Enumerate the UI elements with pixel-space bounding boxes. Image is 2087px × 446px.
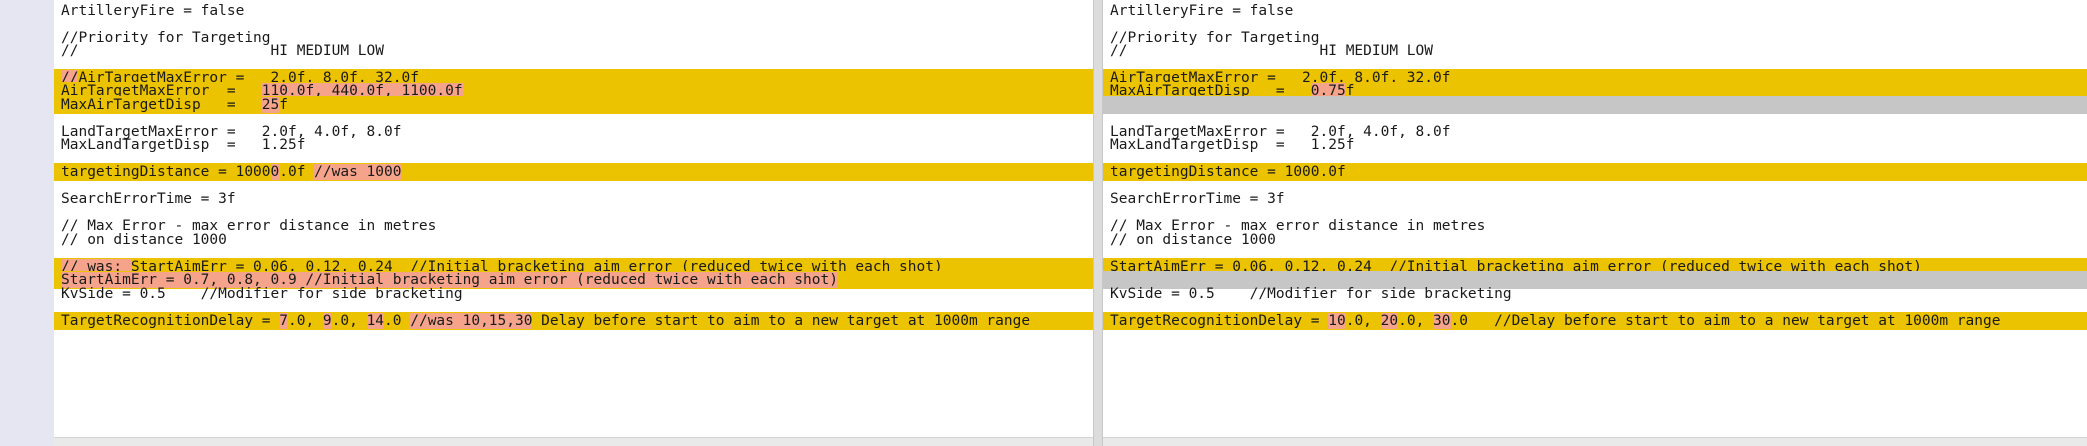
code-line[interactable]: targetingDistance = 10000.0f //was 1000 (54, 163, 1093, 181)
code-text: Delay before start to aim to a new targe… (532, 313, 1031, 329)
code-text: .0f (279, 164, 315, 180)
code-text: targetingDistance = 1000 (61, 164, 271, 180)
code-text: .0, (287, 313, 323, 329)
code-line[interactable]: ArtilleryFire = false (54, 2, 1093, 20)
diff-changed-text: 25 (261, 97, 280, 113)
code-text: TargetRecognitionDelay = (1110, 313, 1329, 329)
code-text: targetingDistance = 1000.0f (1110, 164, 1346, 180)
code-line[interactable]: // on distance 1000 (54, 231, 1093, 249)
diff-changed-text: 7 (279, 313, 288, 329)
code-line[interactable]: TargetRecognitionDelay = 10.0, 20.0, 30.… (1103, 312, 2087, 330)
code-line[interactable]: KvSide = 0.5 //Modifier for side bracket… (54, 285, 1093, 303)
code-text: // HI MEDIUM LOW (1110, 43, 1434, 59)
code-text: KvSide = 0.5 //Modifier for side bracket… (1110, 286, 1512, 302)
left-diff-pane[interactable]: ArtilleryFire = false//Priority for Targ… (54, 0, 1093, 446)
diff-changed-text: 20 (1380, 313, 1399, 329)
code-text: .0 //Delay before start to aim to a new … (1450, 313, 2001, 329)
code-text: // on distance 1000 (61, 232, 227, 248)
code-line[interactable]: MaxLandTargetDisp = 1.25f (1103, 136, 2087, 154)
code-line[interactable]: targetingDistance = 1000.0f (1103, 163, 2087, 181)
code-text: MaxAirTargetDisp = (61, 97, 262, 113)
left-line-gutter (0, 0, 54, 446)
code-text: .0 (384, 313, 411, 329)
diff-changed-text: 0 (270, 164, 280, 180)
code-text: .0, (1398, 313, 1434, 329)
code-text: MaxLandTargetDisp = 1.25f (1110, 137, 1355, 153)
code-text: .0, (331, 313, 367, 329)
code-text: SearchErrorTime = 3f (1110, 191, 1285, 207)
horizontal-scrollbar[interactable] (1103, 437, 2087, 446)
code-text: // on distance 1000 (1110, 232, 1276, 248)
code-line[interactable]: // on distance 1000 (1103, 231, 2087, 249)
code-text: SearchErrorTime = 3f (61, 191, 236, 207)
code-text: ArtilleryFire = false (61, 3, 245, 19)
diff-changed-text: //was 1000 (314, 164, 402, 180)
diff-changed-text: 9 (322, 313, 332, 329)
code-line[interactable]: SearchErrorTime = 3f (54, 190, 1093, 208)
diff-changed-text: //was 10,15,30 (410, 313, 533, 329)
code-text: MaxLandTargetDisp = 1.25f (61, 137, 306, 153)
code-text: .0, (1345, 313, 1381, 329)
code-line[interactable]: MaxAirTargetDisp = 25f (54, 96, 1093, 114)
code-line[interactable]: KvSide = 0.5 //Modifier for side bracket… (1103, 285, 2087, 303)
code-line[interactable]: // HI MEDIUM LOW (54, 42, 1093, 60)
code-text: f (279, 97, 288, 113)
code-line[interactable]: // HI MEDIUM LOW (1103, 42, 2087, 60)
code-line[interactable]: MaxLandTargetDisp = 1.25f (54, 136, 1093, 154)
code-line[interactable]: SearchErrorTime = 3f (1103, 190, 2087, 208)
code-line[interactable]: TargetRecognitionDelay = 7.0, 9.0, 14.0 … (54, 312, 1093, 330)
diff-changed-text: 10 (1328, 313, 1346, 329)
pane-splitter[interactable] (1093, 0, 1103, 446)
diff-changed-text: 30 (1433, 313, 1451, 329)
code-text: KvSide = 0.5 //Modifier for side bracket… (61, 286, 463, 302)
diff-changed-text: 14 (366, 313, 385, 329)
code-text: ArtilleryFire = false (1110, 3, 1294, 19)
code-line[interactable]: ArtilleryFire = false (1103, 2, 2087, 20)
right-diff-pane[interactable]: ArtilleryFire = false//Priority for Targ… (1103, 0, 2087, 446)
code-text: // HI MEDIUM LOW (61, 43, 385, 59)
diff-placeholder-line[interactable] (1103, 96, 2087, 114)
horizontal-scrollbar[interactable] (54, 437, 1093, 446)
code-text: TargetRecognitionDelay = (61, 313, 280, 329)
